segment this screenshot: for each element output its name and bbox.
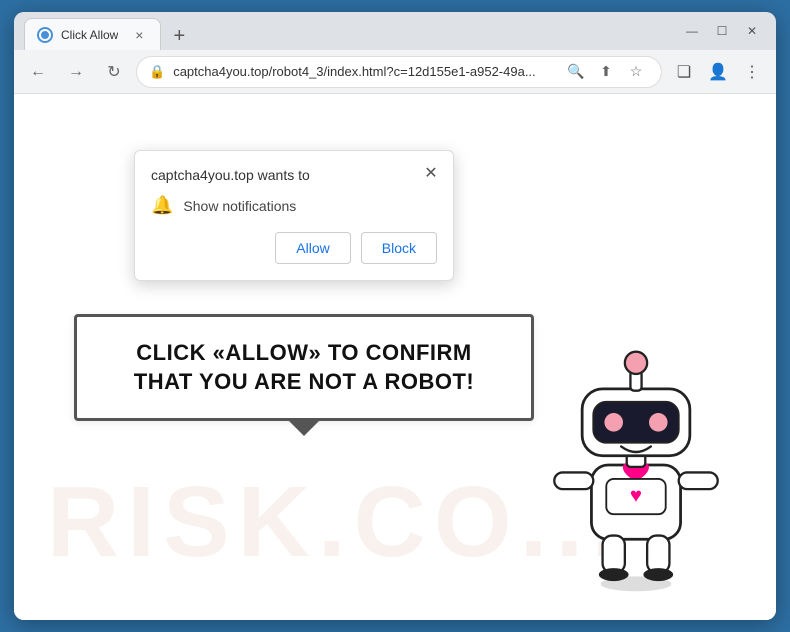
main-text-box: CLICK «ALLOW» TO CONFIRM THAT YOU ARE NO… [74,314,534,421]
popup-notification-row: 🔔 Show notifications [151,195,437,216]
forward-button[interactable]: → [60,56,92,88]
tab-close-button[interactable]: × [130,26,148,44]
address-bar[interactable]: 🔒 captcha4you.top/robot4_3/index.html?c=… [136,56,662,88]
notification-popup: ✕ captcha4you.top wants to 🔔 Show notifi… [134,150,454,281]
popup-buttons: Allow Block [151,232,437,264]
popup-title: captcha4you.top wants to [151,167,437,183]
browser-icons: ❏ 👤 ⋮ [668,56,768,88]
popup-close-button[interactable]: ✕ [419,161,443,185]
new-tab-button[interactable]: + [165,22,193,50]
lock-icon: 🔒 [149,64,165,80]
robot-svg: ♥ [526,335,746,595]
back-button[interactable]: ← [22,56,54,88]
popup-notification-text: Show notifications [183,198,296,214]
tab-favicon [37,27,53,43]
browser-window: Click Allow × + — ☐ ✕ ← → ↻ � [14,12,776,620]
url-text: captcha4you.top/robot4_3/index.html?c=12… [173,64,555,79]
bookmark-icon-button[interactable]: ☆ [623,59,649,85]
block-button[interactable]: Block [361,232,437,264]
content-area: RISK.CO... ✕ captcha4you.top wants to 🔔 … [14,94,776,620]
nav-bar: ← → ↻ 🔒 captcha4you.top/robot4_3/index.h… [14,50,776,94]
refresh-icon: ↻ [107,62,120,82]
share-icon-button[interactable]: ⬆ [593,59,619,85]
active-tab: Click Allow × [24,18,161,50]
main-text: CLICK «ALLOW» TO CONFIRM THAT YOU ARE NO… [134,340,474,394]
profile-button[interactable]: 👤 [702,56,734,88]
search-icon-button[interactable]: 🔍 [563,59,589,85]
bell-icon: 🔔 [151,195,173,216]
tab-bar: Click Allow × + [24,12,670,50]
menu-button[interactable]: ⋮ [736,56,768,88]
window-controls: — ☐ ✕ [678,20,766,42]
forward-icon: → [68,63,84,81]
split-button[interactable]: ❏ [668,56,700,88]
close-button[interactable]: ✕ [738,20,766,42]
back-icon: ← [30,63,46,81]
tab-title: Click Allow [61,28,118,42]
address-icons: 🔍 ⬆ ☆ [563,59,649,85]
refresh-button[interactable]: ↻ [98,56,130,88]
robot-illustration: ♥ [526,335,746,600]
maximize-button[interactable]: ☐ [708,20,736,42]
allow-button[interactable]: Allow [275,232,350,264]
svg-text:♥: ♥ [630,485,642,507]
minimize-button[interactable]: — [678,20,706,42]
title-bar: Click Allow × + — ☐ ✕ [14,12,776,50]
